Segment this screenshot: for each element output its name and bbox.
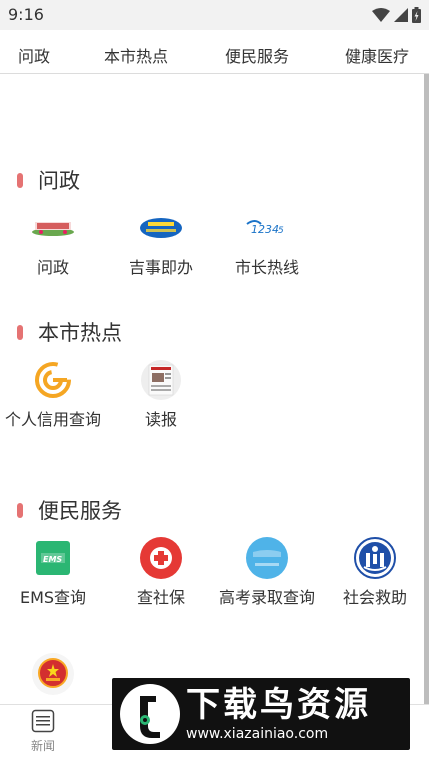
grid-item-social-aid[interactable]: 社会救助 [322, 536, 428, 610]
newspaper-icon [139, 358, 183, 402]
tab-local-hotspots[interactable]: 本市热点 [104, 43, 168, 67]
section-header-wenzheng: 问政 [17, 167, 80, 193]
section-marker [17, 172, 23, 188]
grid-item-label: 社会救助 [342, 588, 407, 607]
section-title: 便民服务 [38, 499, 122, 523]
tab-health-medical[interactable]: 健康医疗 [345, 43, 409, 67]
jishijiban-logo-icon [139, 206, 183, 250]
watermark-banner: 下载鸟资源 www.xiazainiao.com [112, 678, 410, 750]
grid-item-credit-query[interactable]: 个人信用查询 [0, 358, 106, 432]
grid-item-read-newspaper[interactable]: 读报 [108, 358, 214, 432]
grid-item-label: EMS查询 [19, 588, 87, 607]
svg-text:5: 5 [278, 226, 284, 236]
grid-item-ems-query[interactable]: EMS EMS查询 [0, 536, 106, 610]
grid-item-label: 吉事即办 [128, 258, 193, 277]
grid-item-label: 个人信用查询 [4, 410, 101, 429]
grid-item-jishijiban[interactable]: 吉事即办 [108, 206, 214, 280]
wenzheng-logo-icon [31, 206, 75, 250]
news-icon [31, 709, 55, 733]
grid-item-gaokao-query[interactable]: 高考录取查询 [214, 536, 320, 610]
social-security-icon [139, 536, 183, 580]
section-title: 问政 [38, 169, 80, 193]
credit-query-icon [31, 358, 75, 402]
grid-item-government[interactable] [0, 652, 106, 702]
grid-item-label: 高考录取查询 [218, 588, 315, 607]
grid-item-label: 问政 [36, 258, 69, 277]
grid-item-mayor-hotline[interactable]: 1234 5 市长热线 [214, 206, 320, 280]
watermark-title: 下载鸟资源 [186, 685, 371, 725]
grid-item-social-security[interactable]: 查社保 [108, 536, 214, 610]
grid-item-label: 查社保 [136, 588, 185, 607]
nav-item-news[interactable]: 新闻 [0, 709, 86, 754]
nav-label: 新闻 [30, 739, 55, 753]
status-icons [372, 7, 421, 23]
status-time: 9:16 [8, 5, 44, 24]
ems-icon: EMS [31, 536, 75, 580]
watermark-text: 下载鸟资源 www.xiazainiao.com [186, 685, 371, 743]
signal-icon [394, 8, 408, 22]
social-aid-icon [353, 536, 397, 580]
wifi-icon [372, 8, 390, 22]
tab-wenzheng[interactable]: 问政 [18, 43, 50, 67]
svg-text:1234: 1234 [251, 223, 279, 236]
tab-convenience-services[interactable]: 便民服务 [225, 43, 289, 67]
national-emblem-icon [31, 652, 75, 696]
bird-logo-icon [120, 684, 180, 744]
watermark-url: www.xiazainiao.com [186, 726, 329, 742]
battery-icon [412, 7, 421, 23]
status-bar: 9:16 [0, 0, 429, 30]
section-header-convenience-services: 便民服务 [17, 497, 122, 523]
hotline-12345-icon: 1234 5 [245, 206, 289, 250]
section-marker [17, 324, 23, 340]
grid-item-wenzheng[interactable]: 问政 [0, 206, 106, 280]
category-tab-bar: 问政 本市热点 便民服务 健康医疗 [0, 34, 429, 74]
svg-text:EMS: EMS [43, 555, 62, 564]
gaokao-icon [245, 536, 289, 580]
section-marker [17, 502, 23, 518]
section-title: 本市热点 [38, 321, 122, 345]
grid-item-label: 读报 [144, 410, 177, 429]
grid-item-label: 市长热线 [234, 258, 299, 277]
section-header-local-hotspots: 本市热点 [17, 319, 122, 345]
